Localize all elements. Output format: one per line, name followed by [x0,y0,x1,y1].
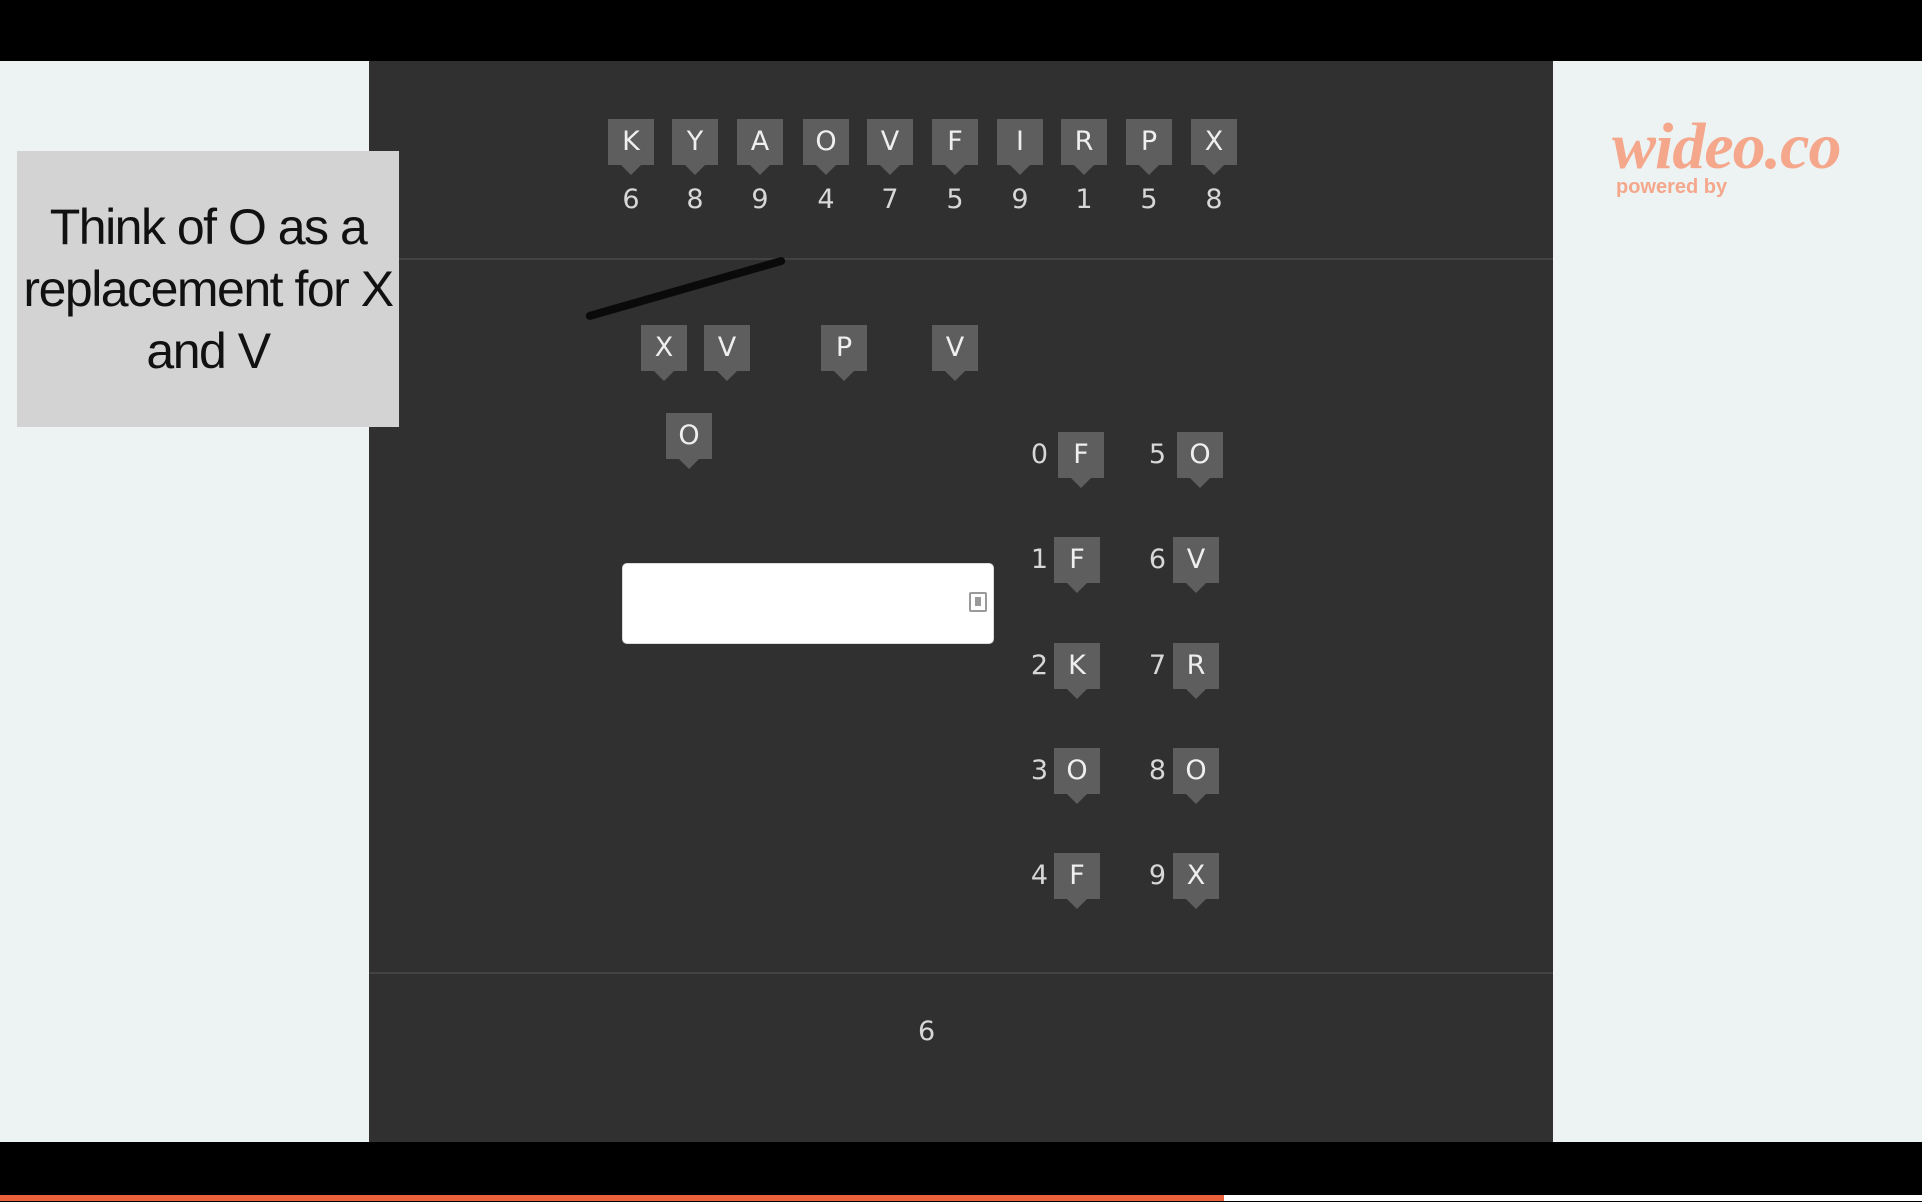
digit-letter-tile: V [1173,537,1219,593]
digit-label: 1 [1030,544,1048,575]
top-divider [369,258,1553,260]
digit-letter-tile: X [1173,853,1219,909]
code-number: 8 [686,184,704,215]
code-tile: F [932,119,978,175]
crossed-tile-x: X [641,325,687,381]
code-number: 5 [1140,184,1158,215]
replacement-tile-o: O [666,413,712,469]
code-tile: X [1191,119,1237,175]
working-tile-p: P [821,325,867,381]
code-tile: K [608,119,654,175]
crossed-tile-v: V [704,325,750,381]
digit-letter-tile: R [1173,643,1219,699]
bottom-divider [369,972,1553,974]
video-progress-bar[interactable] [0,1195,1922,1201]
digit-label: 4 [1030,860,1048,891]
digit-letter-tile: F [1058,432,1104,488]
wideo-logo: wideo.co [1612,110,1841,183]
code-number: 7 [881,184,899,215]
digit-letter-tile: O [1177,432,1223,488]
code-number: 8 [1205,184,1223,215]
brand-watermark: wideo.co powered by [1612,110,1841,199]
digit-label: 9 [1148,860,1166,891]
digit-letter-tile: K [1054,643,1100,699]
working-tile-v: V [932,325,978,381]
code-number: 9 [1011,184,1029,215]
code-number: 1 [1075,184,1093,215]
hint-text: Think of O as a replacement for X and V [23,199,394,379]
digit-label: 8 [1148,755,1166,786]
code-tile: P [1126,119,1172,175]
digit-letter-tile: O [1173,748,1219,804]
code-tile: O [803,119,849,175]
code-number: 4 [817,184,835,215]
video-progress-fill [0,1195,1225,1201]
digit-label: 6 [1148,544,1166,575]
digit-label: 7 [1148,650,1166,681]
contact-card-icon[interactable] [969,592,987,612]
code-number: 9 [751,184,769,215]
code-number: 6 [622,184,640,215]
digit-label: 2 [1030,650,1048,681]
digit-label: 3 [1030,755,1048,786]
digit-label: 0 [1030,439,1048,470]
digit-label: 5 [1148,439,1166,470]
tile-count: 6 [918,1016,936,1047]
answer-input[interactable] [622,563,994,644]
code-tile: I [997,119,1043,175]
digit-letter-tile: F [1054,853,1100,909]
code-tile: R [1061,119,1107,175]
code-tile: V [867,119,913,175]
digit-letter-tile: F [1054,537,1100,593]
hint-callout: Think of O as a replacement for X and V [17,151,399,427]
code-tile: A [737,119,783,175]
code-tile: Y [672,119,718,175]
digit-letter-tile: O [1054,748,1100,804]
code-number: 5 [946,184,964,215]
